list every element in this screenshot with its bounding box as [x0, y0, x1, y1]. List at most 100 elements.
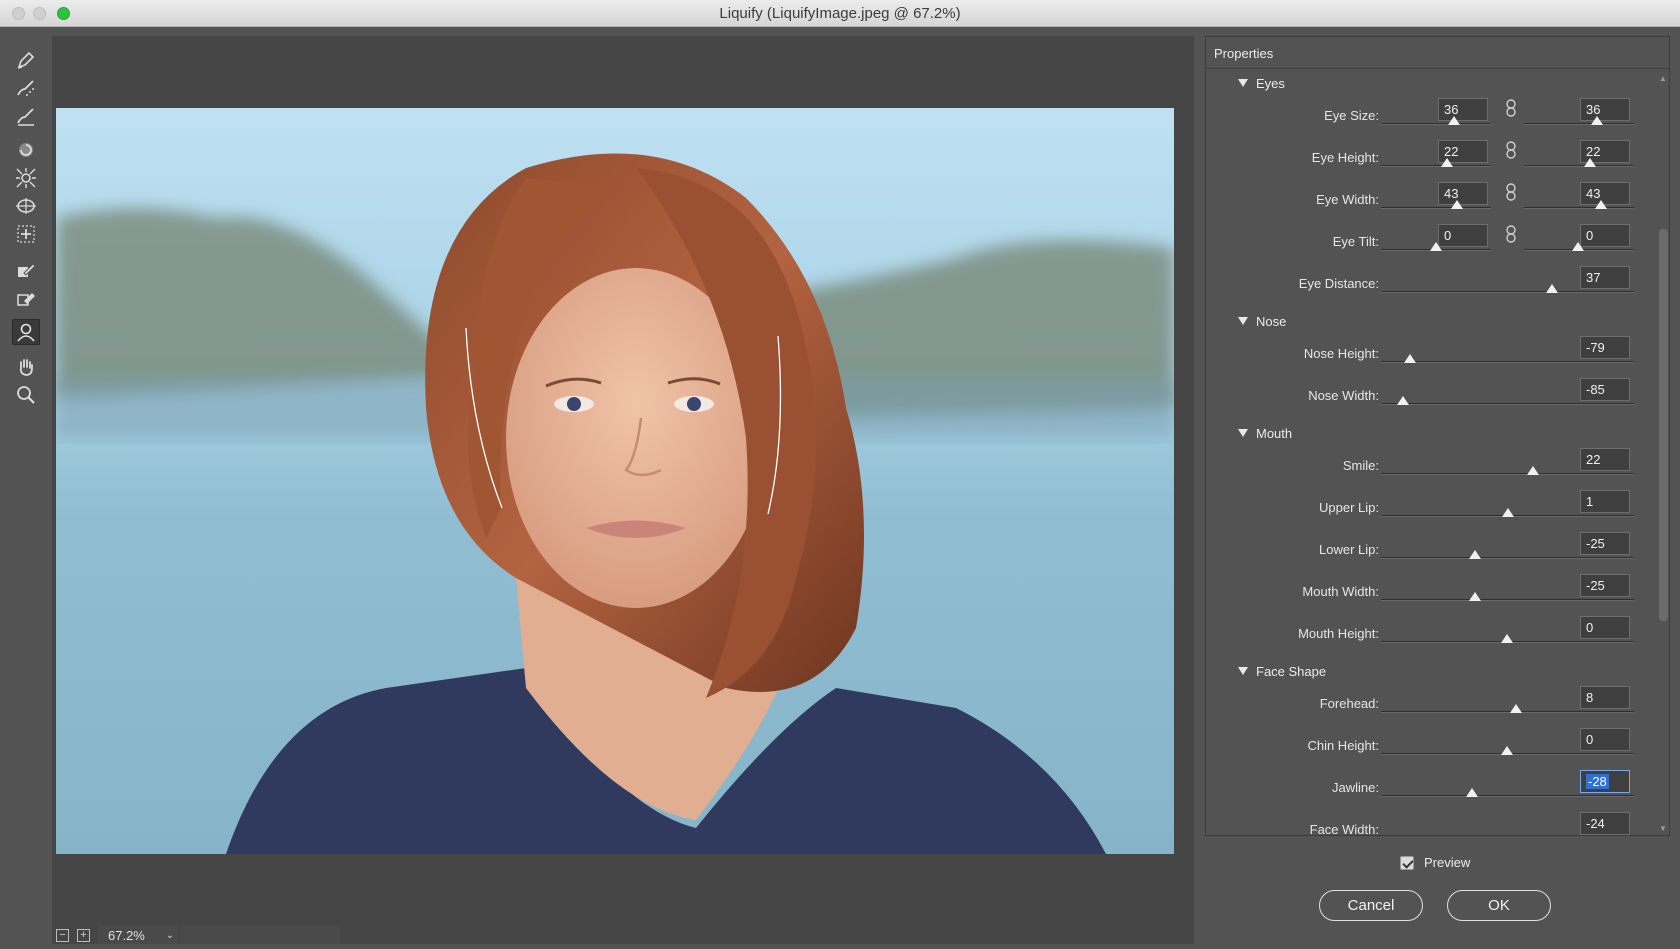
window-title: Liquify (LiquifyImage.jpeg @ 67.2%) [719, 5, 961, 22]
mouth-height-field[interactable]: 0 [1580, 616, 1630, 639]
zoom-out-button[interactable]: − [56, 928, 69, 942]
forehead-slider[interactable] [1381, 711, 1634, 713]
eye-width-right-thumb[interactable] [1595, 200, 1607, 209]
nose-height-thumb[interactable] [1404, 354, 1416, 363]
eye-tilt-right-field[interactable]: 0 [1580, 224, 1630, 247]
zoom-level-value: 67.2% [108, 928, 145, 943]
freeze-mask-tool[interactable] [12, 257, 40, 283]
eye-tilt-left-field[interactable]: 0 [1438, 224, 1488, 247]
eye-size-left-field[interactable]: 36 [1438, 98, 1488, 121]
eye-tilt-right-thumb[interactable] [1572, 242, 1584, 251]
eye-distance-slider[interactable] [1381, 291, 1634, 293]
smile-label: Smile: [1342, 458, 1379, 473]
preview-label: Preview [1424, 855, 1471, 870]
lower-lip-thumb[interactable] [1469, 550, 1481, 559]
jawline-slider[interactable] [1381, 795, 1634, 797]
eye-tilt-label: Eye Tilt: [1332, 234, 1379, 249]
nose-width-field[interactable]: -85 [1580, 378, 1630, 401]
bloat-tool[interactable] [12, 193, 40, 219]
nose-width-slider[interactable] [1381, 403, 1634, 405]
eye-size-right-thumb[interactable] [1591, 116, 1603, 125]
thaw-mask-tool[interactable] [12, 285, 40, 311]
eye-tilt-left-thumb[interactable] [1430, 242, 1442, 251]
eye-width-left-thumb[interactable] [1451, 200, 1463, 209]
push-left-tool[interactable] [12, 221, 40, 247]
zoom-level-select[interactable]: 67.2% ⌄ [98, 926, 178, 944]
nose-width-thumb[interactable] [1397, 396, 1409, 405]
zoom-controls: − + 67.2% ⌄ [56, 926, 340, 944]
eye-distance-field[interactable]: 37 [1580, 266, 1630, 289]
mouth-width-thumb[interactable] [1469, 592, 1481, 601]
forward-warp-tool[interactable] [12, 47, 40, 73]
link-icon[interactable] [1505, 183, 1517, 201]
properties-scrollbar[interactable]: ▲ ▼ [1658, 74, 1668, 836]
forward-warp-tool-icon [17, 51, 35, 69]
eye-height-right-slider[interactable] [1524, 165, 1634, 167]
lower-lip-slider[interactable] [1381, 557, 1634, 559]
disclosure-triangle-icon [1238, 667, 1248, 675]
pucker-tool[interactable] [12, 165, 40, 191]
section-nose[interactable]: Nose [1238, 314, 1286, 329]
chin-height-field[interactable]: 0 [1580, 728, 1630, 751]
section-eyes[interactable]: Eyes [1238, 76, 1285, 91]
eye-distance-label: Eye Distance: [1298, 276, 1379, 291]
preview-toggle[interactable]: Preview [1400, 855, 1470, 870]
lower-lip-field[interactable]: -25 [1580, 532, 1630, 555]
eye-height-left-thumb[interactable] [1441, 158, 1453, 167]
eye-size-right-slider[interactable] [1524, 123, 1634, 125]
jawline-label: Jawline: [1332, 780, 1379, 795]
smile-thumb[interactable] [1527, 466, 1539, 475]
hand-tool-icon [19, 359, 33, 376]
face-tool[interactable] [12, 319, 40, 345]
mouth-width-field[interactable]: -25 [1580, 574, 1630, 597]
portrait-photo[interactable] [56, 108, 1174, 854]
chin-height-thumb[interactable] [1501, 746, 1513, 755]
face-width-label: Face Width: [1309, 822, 1379, 836]
smooth-tool[interactable] [12, 103, 40, 129]
nose-height-slider[interactable] [1381, 361, 1634, 363]
upper-lip-field[interactable]: 1 [1580, 490, 1630, 513]
section-mouth-label: Mouth [1256, 426, 1293, 441]
section-mouth[interactable]: Mouth [1238, 426, 1292, 441]
section-face-shape[interactable]: Face Shape [1238, 664, 1326, 679]
mouth-height-thumb[interactable] [1501, 634, 1513, 643]
lower-lip-label: Lower Lip: [1319, 542, 1379, 557]
cancel-button[interactable]: Cancel [1319, 890, 1423, 921]
twirl-clockwise-tool[interactable] [12, 137, 40, 163]
smile-slider[interactable] [1381, 473, 1634, 475]
smile-field[interactable]: 22 [1580, 448, 1630, 471]
upper-lip-thumb[interactable] [1502, 508, 1514, 517]
eye-size-left-thumb[interactable] [1448, 116, 1460, 125]
link-icon[interactable] [1505, 99, 1517, 117]
scrollbar-thumb[interactable] [1659, 229, 1668, 621]
eye-size-left-slider[interactable] [1381, 123, 1491, 125]
link-icon[interactable] [1505, 225, 1517, 243]
eye-height-left-slider[interactable] [1381, 165, 1491, 167]
link-icon[interactable] [1505, 141, 1517, 159]
eye-size-right-field[interactable]: 36 [1580, 98, 1630, 121]
nose-height-field[interactable]: -79 [1580, 336, 1630, 359]
mouth-width-slider[interactable] [1381, 599, 1634, 601]
properties-panel: Properties Eyes Eye Size: 36 36 Eye Heig… [1205, 36, 1670, 836]
eye-width-left-slider[interactable] [1381, 207, 1491, 209]
forehead-thumb[interactable] [1510, 704, 1522, 713]
reconstruct-tool[interactable] [12, 75, 40, 101]
eye-width-right-slider[interactable] [1524, 207, 1634, 209]
zoom-tool[interactable] [12, 382, 40, 408]
properties-body[interactable]: Eyes Eye Size: 36 36 Eye Height: 22 22 E… [1206, 70, 1669, 836]
scroll-up-icon[interactable]: ▲ [1659, 74, 1667, 83]
ok-button[interactable]: OK [1447, 890, 1551, 921]
zoom-in-button[interactable]: + [77, 928, 90, 942]
eye-distance-thumb[interactable] [1546, 284, 1558, 293]
hand-tool[interactable] [12, 354, 40, 380]
jawline-field[interactable]: -28 [1580, 770, 1630, 793]
face-width-field[interactable]: -24 [1580, 812, 1630, 835]
preview-checkbox[interactable] [1400, 855, 1414, 870]
jawline-thumb[interactable] [1466, 788, 1478, 797]
forehead-field[interactable]: 8 [1580, 686, 1630, 709]
twirl-clockwise-tool-icon [19, 143, 33, 157]
eye-height-right-thumb[interactable] [1584, 158, 1596, 167]
section-nose-label: Nose [1256, 314, 1287, 329]
eye-width-left-field[interactable]: 43 [1438, 182, 1488, 205]
scroll-down-icon[interactable]: ▼ [1659, 824, 1667, 833]
